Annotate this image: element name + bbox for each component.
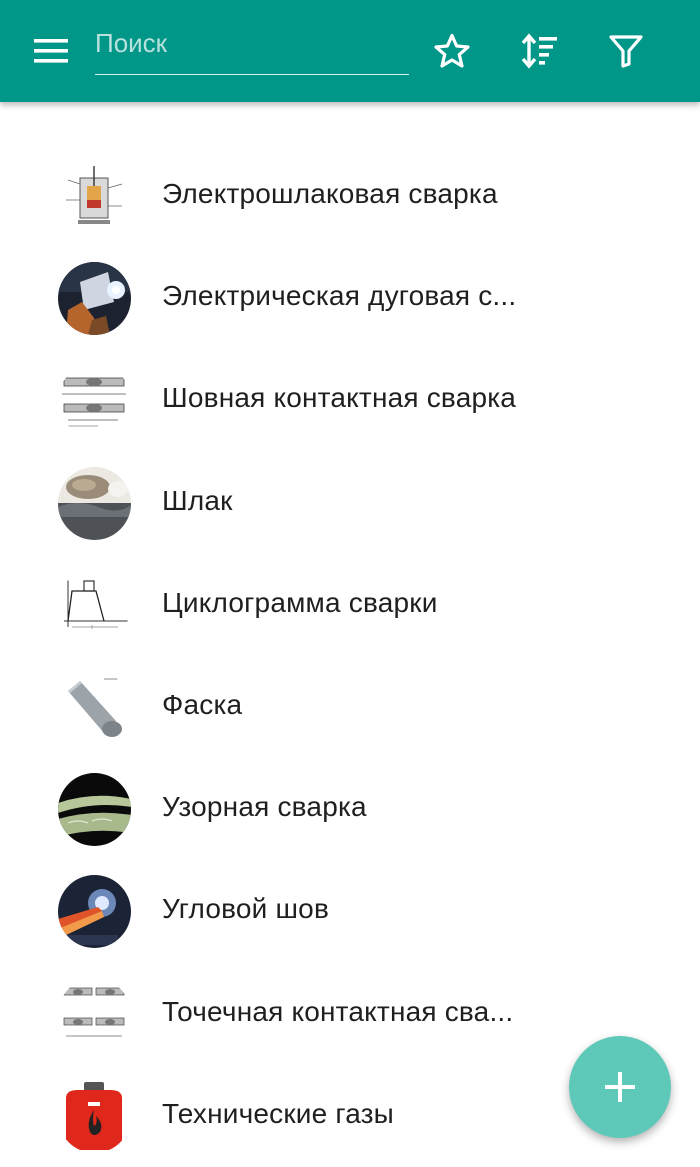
chamfer-drawing-thumbnail: [58, 670, 131, 744]
list-item[interactable]: Электрошлаковая сварка: [0, 145, 700, 247]
list-item[interactable]: Шлак: [0, 452, 700, 554]
electroslag-diagram-thumbnail: [58, 160, 131, 233]
list-item-label: Шлак: [162, 484, 233, 516]
articles-list: Электрошлаковая сварка Электрическая дуг…: [0, 145, 700, 1167]
add-button[interactable]: [569, 1036, 671, 1138]
star-icon: [434, 33, 470, 68]
list-item-label: Угловой шов: [162, 893, 330, 925]
sort-icon: [521, 33, 557, 69]
fillet-weld-photo-thumbnail: [58, 875, 131, 949]
list-item[interactable]: Электрическая дуговая с...: [0, 247, 700, 349]
search-input[interactable]: [95, 20, 405, 66]
app-bar: [0, 0, 700, 102]
list-item[interactable]: Узорная сварка: [0, 758, 700, 860]
arc-welding-photo-thumbnail: [58, 262, 131, 336]
pattern-weld-photo-thumbnail: [58, 773, 131, 847]
cyclogram-chart-thumbnail: [58, 568, 131, 642]
list-item-label: Электрическая дуговая с...: [162, 280, 517, 312]
list-item[interactable]: Шовная контактная сварка: [0, 349, 700, 451]
list-item[interactable]: Циклограмма сварки: [0, 554, 700, 656]
search-field: [95, 20, 409, 75]
favorites-button[interactable]: [427, 26, 477, 76]
list-item-label: Точечная контактная сва...: [162, 995, 514, 1027]
filter-icon: [609, 35, 643, 68]
list-item-label: Шовная контактная сварка: [162, 382, 517, 414]
gas-canister-photo-thumbnail: [58, 1079, 131, 1153]
menu-button[interactable]: [24, 27, 78, 75]
list-item-label: Узорная сварка: [162, 791, 367, 823]
list-item-label: Фаска: [162, 688, 243, 720]
list-item[interactable]: Угловой шов: [0, 860, 700, 962]
list-item-label: Технические газы: [162, 1097, 395, 1129]
spot-welding-diagram-thumbnail: [58, 977, 131, 1051]
filter-button[interactable]: [601, 26, 651, 76]
slag-photo-thumbnail: [58, 466, 131, 540]
list-item[interactable]: Фаска: [0, 656, 700, 758]
list-item-label: Циклограмма сварки: [162, 586, 438, 618]
seam-welding-diagram-thumbnail: [58, 364, 131, 438]
plus-icon: [605, 1072, 635, 1102]
list-item-label: Электрошлаковая сварка: [162, 178, 498, 209]
sort-button[interactable]: [514, 26, 564, 76]
menu-icon: [34, 39, 68, 63]
